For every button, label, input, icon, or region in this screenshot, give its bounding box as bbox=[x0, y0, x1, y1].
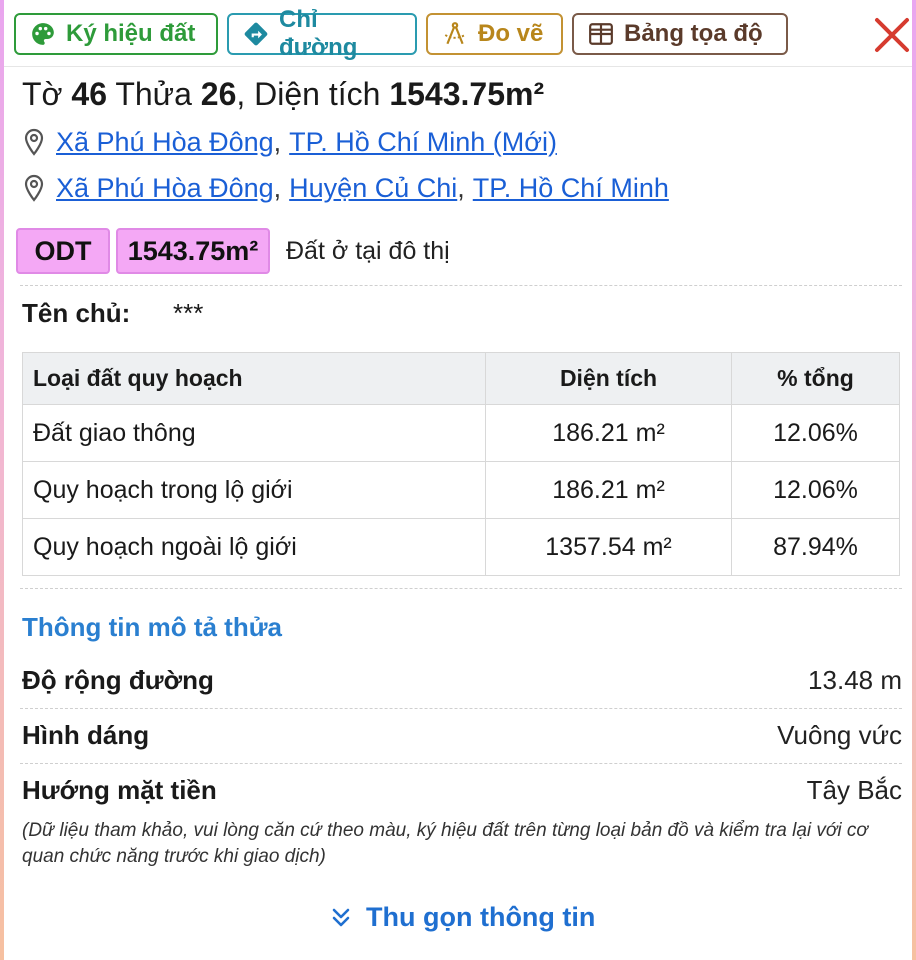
info-row-shape: Hình dáng Vuông vức bbox=[22, 719, 902, 750]
plot-number: 26 bbox=[200, 76, 237, 112]
address-old-district-link[interactable]: Huyện Củ Chi bbox=[289, 173, 457, 203]
info-row-frontage-direction: Hướng mặt tiền Tây Bắc bbox=[22, 774, 902, 805]
compass-measure-icon bbox=[444, 22, 466, 45]
measure-button[interactable]: Đo vẽ bbox=[426, 13, 563, 55]
close-icon[interactable] bbox=[872, 15, 912, 55]
parcel-area: 1543.75m² bbox=[389, 76, 545, 112]
table-row: Đất giao thông 186.21 m² 12.06% bbox=[22, 404, 900, 462]
col-header-percent: % tổng bbox=[731, 352, 900, 405]
directions-button[interactable]: Chỉ đường bbox=[227, 6, 417, 61]
table-header-row: Loại đất quy hoạch Diện tích % tổng bbox=[22, 352, 900, 405]
land-type-description: Đất ở tại đô thị bbox=[286, 236, 450, 265]
info-row-road-width: Độ rộng đường 13.48 m bbox=[22, 664, 902, 695]
col-header-land-type: Loại đất quy hoạch bbox=[22, 352, 486, 405]
address-old-city-link[interactable]: TP. Hồ Chí Minh bbox=[473, 173, 669, 203]
section-title-description: Thông tin mô tả thửa bbox=[22, 612, 283, 642]
address-new-city-link[interactable]: TP. Hồ Chí Minh (Mới) bbox=[289, 127, 557, 157]
coordinates-table-label: Bảng tọa độ bbox=[624, 20, 763, 47]
sheet-number: 46 bbox=[71, 76, 108, 112]
table-grid-icon bbox=[589, 23, 613, 45]
owner-value: *** bbox=[173, 298, 204, 328]
address-old: Xã Phú Hòa Đông, Huyện Củ Chi, TP. Hồ Chí … bbox=[22, 170, 669, 206]
address-new-commune-link[interactable]: Xã Phú Hòa Đông bbox=[56, 127, 274, 157]
collapse-info-button[interactable]: Thu gọn thông tin bbox=[330, 902, 595, 933]
coordinates-table-button[interactable]: Bảng tọa độ bbox=[572, 13, 788, 55]
directions-icon bbox=[244, 22, 268, 46]
address-new: Xã Phú Hòa Đông, TP. Hồ Chí Minh (Mới) bbox=[22, 124, 557, 160]
owner-row: Tên chủ: *** bbox=[22, 298, 203, 329]
measure-label: Đo vẽ bbox=[478, 20, 544, 47]
separator bbox=[20, 708, 902, 709]
planning-table: Loại đất quy hoạch Diện tích % tổng Đất … bbox=[22, 352, 900, 576]
disclaimer-note: (Dữ liệu tham khảo, vui lòng căn cứ theo… bbox=[22, 820, 868, 867]
land-type-tags: ODT 1543.75m² Đất ở tại đô thị bbox=[16, 228, 450, 274]
double-chevron-up-icon bbox=[332, 908, 350, 926]
address-old-commune-link[interactable]: Xã Phú Hòa Đông bbox=[56, 173, 274, 203]
land-code-badge: ODT bbox=[16, 228, 110, 274]
separator bbox=[20, 588, 902, 589]
toolbar: Ký hiệu đất Chỉ đường Đo vẽ Bảng tọa độ bbox=[14, 6, 788, 61]
parcel-info-panel: Ký hiệu đất Chỉ đường Đo vẽ Bảng tọa độ … bbox=[4, 0, 912, 960]
owner-label: Tên chủ: bbox=[22, 298, 131, 328]
separator bbox=[20, 285, 902, 286]
land-area-badge: 1543.75m² bbox=[116, 228, 270, 274]
col-header-area: Diện tích bbox=[485, 352, 732, 405]
directions-label: Chỉ đường bbox=[279, 6, 358, 61]
table-row: Quy hoạch ngoài lộ giới 1357.54 m² 87.94… bbox=[22, 518, 900, 576]
location-pin-icon bbox=[24, 128, 44, 156]
toolbar-divider bbox=[4, 66, 912, 67]
collapse-info-label: Thu gọn thông tin bbox=[366, 902, 596, 932]
palette-icon bbox=[32, 23, 54, 45]
separator bbox=[20, 763, 902, 764]
land-legend-label: Ký hiệu đất bbox=[66, 20, 196, 47]
parcel-title: Tờ 46 Thửa 26, Diện tích 1543.75m² bbox=[22, 76, 545, 112]
table-row: Quy hoạch trong lộ giới 186.21 m² 12.06% bbox=[22, 461, 900, 519]
land-legend-button[interactable]: Ký hiệu đất bbox=[14, 13, 218, 55]
location-pin-icon bbox=[24, 174, 44, 202]
